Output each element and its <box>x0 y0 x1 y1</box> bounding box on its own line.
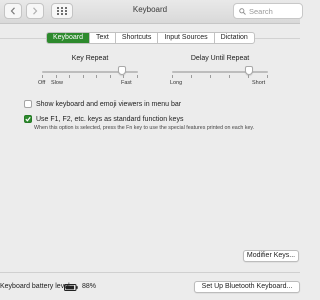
tab-text[interactable]: Text <box>90 33 116 43</box>
slider-tick <box>248 75 249 78</box>
slider-tick <box>191 75 192 78</box>
tab-bar: Keyboard Text Shortcuts Input Sources Di… <box>46 32 255 44</box>
slider-tick <box>123 75 125 78</box>
delay-until-repeat-thumb[interactable] <box>244 66 253 75</box>
slider-tick <box>55 75 57 78</box>
set-up-bluetooth-keyboard-button[interactable]: Set Up Bluetooth Keyboard... <box>194 281 300 293</box>
slider-tick <box>137 75 138 78</box>
slider-tick <box>229 75 230 78</box>
key-repeat-group: Key Repeat Off Slow Fast <box>38 55 138 88</box>
slider-tick <box>96 75 98 78</box>
key-repeat-slider[interactable] <box>42 66 138 75</box>
show-viewers-label: Show keyboard and emoji viewers in menu … <box>36 100 182 108</box>
slider-tick <box>172 75 173 78</box>
delay-until-repeat-title: Delay Until Repeat <box>190 55 250 62</box>
function-keys-hint: When this option is selected, press the … <box>34 125 255 131</box>
search-field[interactable]: Search <box>233 3 303 19</box>
show-viewers-option[interactable]: Show keyboard and emoji viewers in menu … <box>24 100 181 108</box>
delay-until-repeat-slider[interactable] <box>172 66 268 75</box>
search-icon <box>239 7 246 15</box>
battery-icon <box>64 284 78 291</box>
slider-tick <box>82 75 84 78</box>
function-keys-option[interactable]: Use F1, F2, etc. keys as standard functi… <box>24 115 183 123</box>
tab-dictation[interactable]: Dictation <box>215 33 254 43</box>
key-repeat-slow-label: Slow <box>51 80 63 86</box>
key-repeat-labels: Off Slow Fast <box>38 80 138 88</box>
slider-tick <box>210 75 211 78</box>
delay-long-label: Long <box>170 80 183 86</box>
delay-until-repeat-group: Delay Until Repeat Long Short <box>170 55 268 88</box>
slider-tick <box>42 75 43 78</box>
key-repeat-title: Key Repeat <box>71 55 109 62</box>
footer: Keyboard battery level: 88% Set Up Bluet… <box>0 272 300 300</box>
delay-until-repeat-labels: Long Short <box>170 80 268 88</box>
key-repeat-thumb[interactable] <box>117 66 126 75</box>
key-repeat-off-label: Off <box>38 80 46 86</box>
battery-level-label: Keyboard battery level: <box>0 283 72 290</box>
tab-input-sources[interactable]: Input Sources <box>158 33 215 43</box>
modifier-keys-button[interactable]: Modifier Keys... <box>243 250 299 262</box>
tab-shortcuts[interactable]: Shortcuts <box>116 33 159 43</box>
battery-percent: 88% <box>82 283 97 290</box>
key-repeat-fast-label: Fast <box>121 80 132 86</box>
title-bar: Keyboard Search <box>0 0 303 24</box>
delay-short-label: Short <box>252 80 266 86</box>
slider-tick <box>109 75 111 78</box>
function-keys-checkbox[interactable] <box>24 115 32 123</box>
slider-tick <box>69 75 71 78</box>
show-viewers-checkbox[interactable] <box>24 100 32 108</box>
function-keys-label: Use F1, F2, etc. keys as standard functi… <box>36 115 184 123</box>
search-placeholder: Search <box>249 6 273 16</box>
tab-keyboard[interactable]: Keyboard <box>47 33 90 43</box>
checkmark-icon <box>25 116 31 122</box>
slider-tick <box>267 75 268 78</box>
